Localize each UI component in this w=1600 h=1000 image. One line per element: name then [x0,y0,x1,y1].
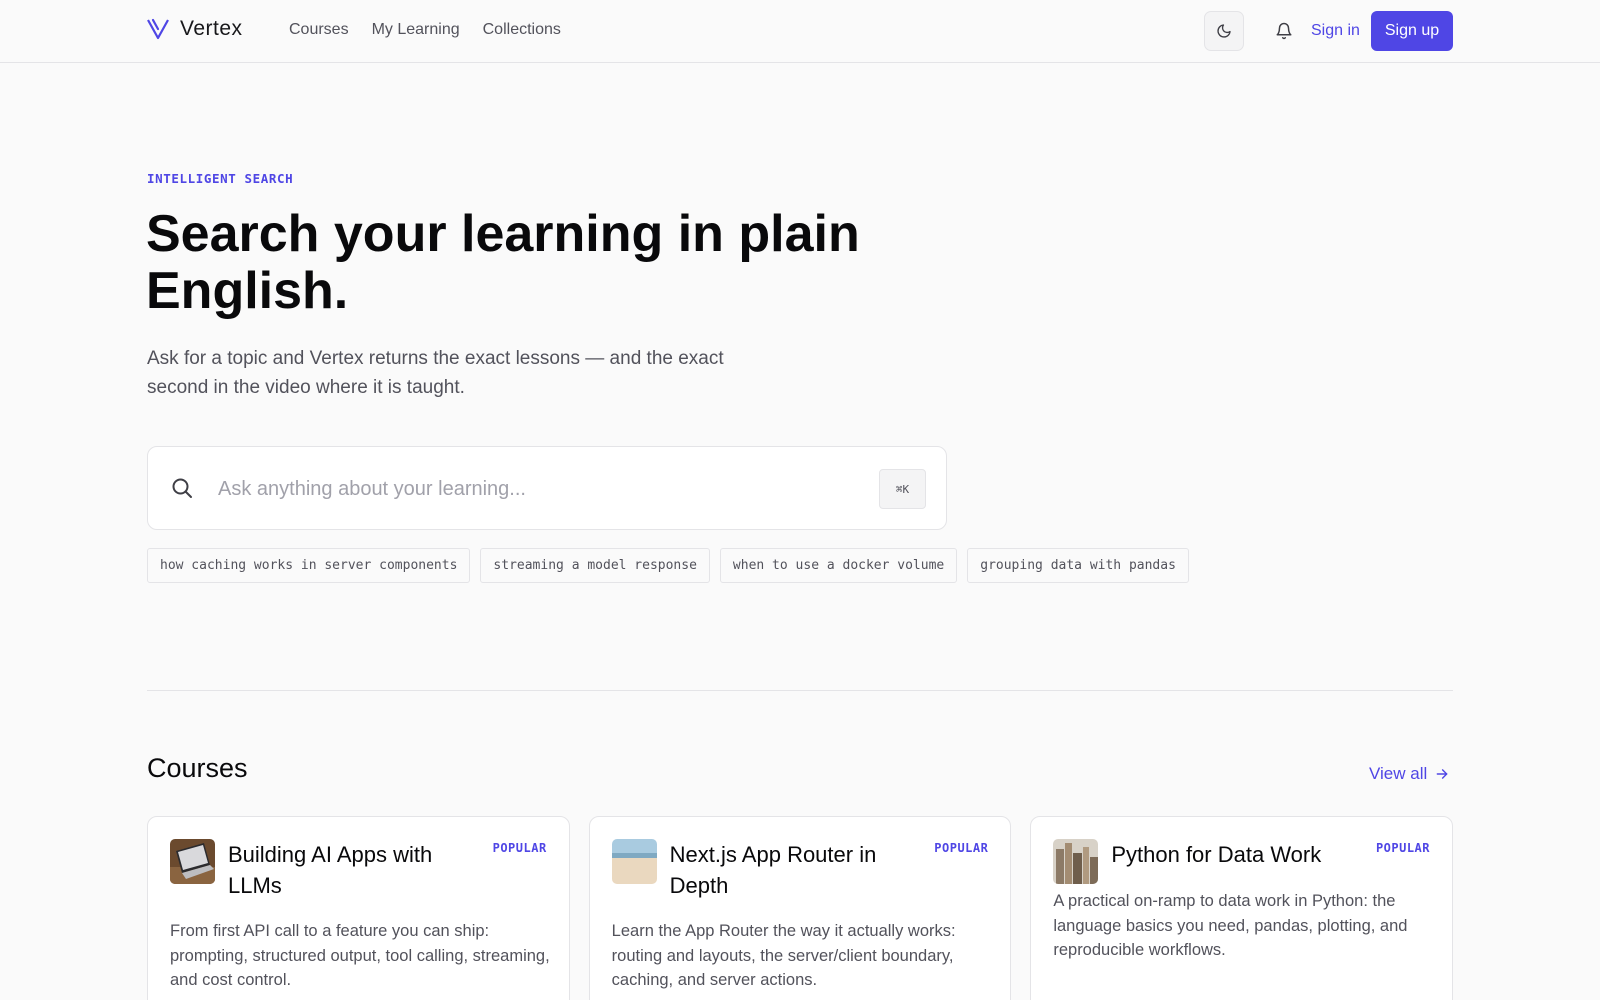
course-title: Building AI Apps with LLMs [228,842,433,898]
nav-courses[interactable]: Courses [289,21,349,39]
course-card[interactable]: Python for Data Work POPULAR A practical… [1030,816,1454,1000]
theme-toggle-button[interactable] [1204,11,1244,51]
suggestion-chip[interactable]: how caching works in server components [147,548,471,583]
course-card[interactable]: Next.js App Router in Depth POPULAR Lear… [588,816,1012,1000]
search-icon [172,478,192,498]
course-description: A practical on-ramp to data work in Pyth… [1053,892,1408,959]
search-input[interactable] [218,472,818,506]
view-all-label: View all [1369,764,1428,783]
arrow-right-icon [1436,769,1448,779]
keyboard-shortcut-badge: ⌘K [879,469,926,509]
sign-up-button[interactable]: Sign up [1371,11,1453,51]
suggestion-chip[interactable]: when to use a docker volume [719,548,958,583]
bell-icon [1276,22,1292,40]
hero-subtitle: Ask for a topic and Vertex returns the e… [147,348,724,398]
search-suggestions: how caching works in server components s… [147,548,1189,583]
logo-text: Vertex [180,17,243,40]
sign-in-link[interactable]: Sign in [1311,22,1360,40]
notifications-button[interactable] [1264,11,1304,51]
suggestion-chip[interactable]: grouping data with pandas [967,548,1189,583]
course-description: From first API call to a feature you can… [170,922,550,989]
course-thumbnail-city [1053,839,1099,884]
hero-eyebrow: INTELLIGENT SEARCH [147,171,294,186]
section-divider [147,690,1453,691]
main-nav: Courses My Learning Collections [289,21,561,39]
nav-my-learning[interactable]: My Learning [372,21,460,39]
hero-title: Search your learning in plain English. [146,205,860,320]
course-description: Learn the App Router the way it actually… [611,922,956,989]
course-thumbnail-beach [611,839,657,884]
vertex-logo-icon [147,18,169,40]
logo[interactable]: Vertex [146,17,243,41]
top-header: Vertex Courses My Learning Collections S… [0,0,1600,63]
view-all-link[interactable]: View all [1369,764,1449,784]
course-title: Next.js App Router in Depth [669,842,877,898]
course-cards: Building AI Apps with LLMs POPULAR From … [147,816,1454,1000]
moon-icon [1217,24,1231,38]
course-title: Python for Data Work [1111,842,1322,867]
course-card[interactable]: Building AI Apps with LLMs POPULAR From … [147,816,570,1000]
course-thumbnail-laptop [170,839,215,884]
courses-section-title: Courses [147,753,248,783]
nav-collections[interactable]: Collections [483,21,561,39]
popular-badge: POPULAR [492,841,547,855]
popular-badge: POPULAR [1375,841,1431,855]
suggestion-chip[interactable]: streaming a model response [480,548,710,583]
popular-badge: POPULAR [934,841,989,855]
search-box: ⌘K [147,446,947,530]
